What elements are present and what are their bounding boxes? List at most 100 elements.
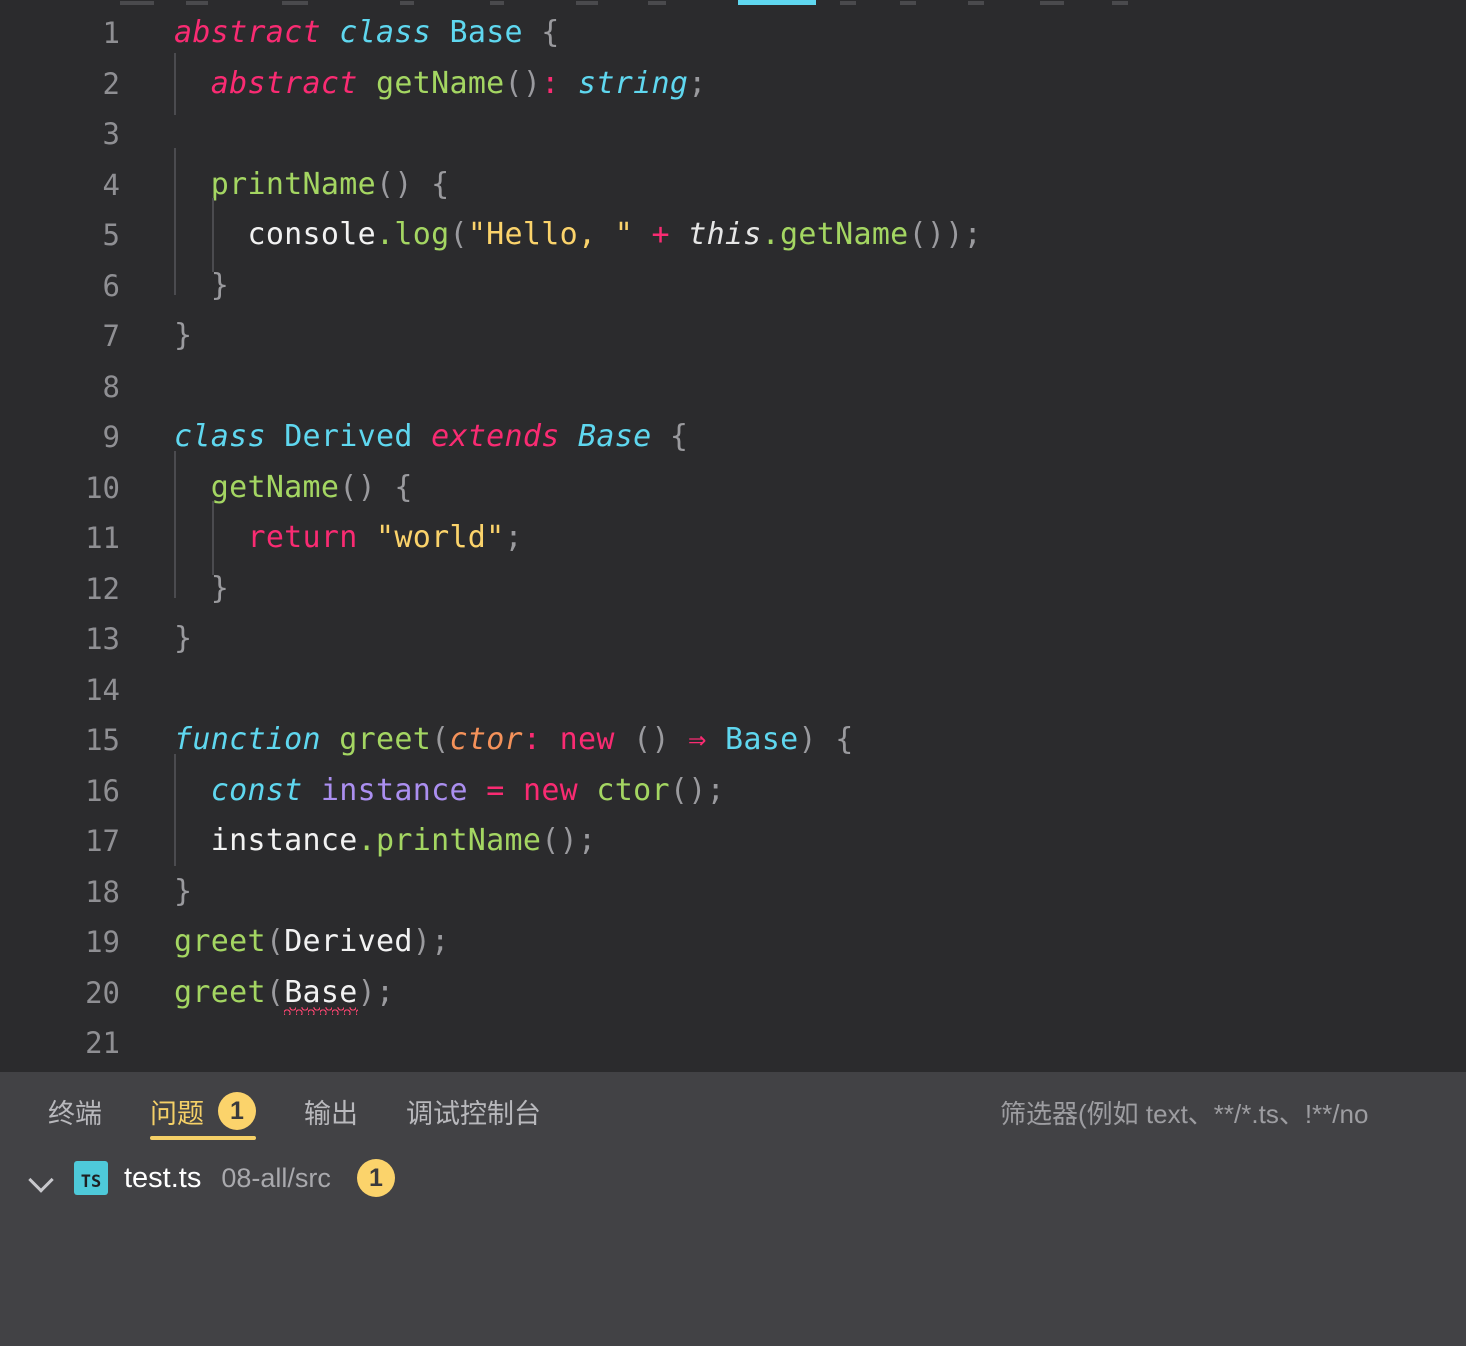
token-operator: + [651, 217, 670, 252]
tab-output[interactable]: 输出 [304, 1072, 358, 1150]
clipped-token [840, 1, 856, 5]
line-number: 2 [102, 66, 120, 101]
token-paren: ( [431, 722, 450, 757]
code-line[interactable]: 18 } [0, 867, 1466, 918]
token-method: getName [210, 469, 340, 505]
code-line[interactable]: 9 class Derived extends Base { [0, 412, 1466, 463]
token-identifier-error[interactable]: Base [284, 975, 357, 1010]
code-lines[interactable]: 1 abstract class Base { 2 abstract getNa… [0, 8, 1466, 1069]
line-number: 15 [85, 723, 120, 757]
token-parens: () [633, 722, 670, 757]
code-editor[interactable]: 1 abstract class Base { 2 abstract getNa… [0, 0, 1466, 1072]
line-content[interactable]: function greet(ctor: new () ⇒ Base) { [120, 715, 1466, 766]
code-line[interactable]: 16 const instance = new ctor(); [0, 753, 1466, 828]
line-number: 13 [85, 622, 120, 656]
code-line[interactable]: 4 printName() { [0, 147, 1466, 222]
token-semicolon: ; [688, 65, 707, 101]
filter-placeholder: 筛选器(例如 text、**/*.ts、!**/no [1000, 1098, 1369, 1129]
line-number: 17 [85, 824, 120, 858]
panel-tab-bar: 终端 问题 1 输出 调试控制台 筛选器(例如 text、**/*.ts、!**… [0, 1072, 1466, 1150]
line-content[interactable]: getName() { [120, 450, 1466, 525]
token-keyword-extends: extends [431, 419, 560, 454]
code-line[interactable]: 5 console.log("Hello, " + this.getName()… [0, 198, 1466, 272]
code-line[interactable]: 21 [0, 1018, 1466, 1069]
tab-problems[interactable]: 问题 1 [150, 1072, 256, 1150]
problem-file-row[interactable]: TS test.ts 08-all/src 1 [0, 1150, 1466, 1206]
code-line[interactable]: 7 } [0, 311, 1466, 362]
line-content[interactable]: abstract getName(): string; [120, 52, 1466, 115]
token-colon: : [541, 65, 560, 101]
token-keyword-return: return [247, 520, 358, 555]
line-number: 16 [85, 773, 120, 808]
line-number: 14 [85, 672, 120, 707]
token-tail: ); [412, 924, 450, 959]
line-content[interactable]: } [120, 614, 1466, 665]
code-line[interactable]: 11 return "world"; [0, 501, 1466, 575]
token-type-name: Derived [284, 419, 413, 454]
token-method: .log [375, 217, 450, 252]
code-line[interactable]: 8 [0, 362, 1466, 413]
token-brace: { [394, 469, 413, 505]
token-object: console [247, 217, 376, 252]
token-operator: = [486, 772, 505, 808]
code-line[interactable]: 19 greet(Derived); [0, 917, 1466, 968]
line-content[interactable]: greet(Derived); [120, 917, 1466, 968]
token-ctor: ctor [596, 772, 670, 808]
line-number: 8 [102, 369, 120, 404]
clipped-token [120, 1, 154, 5]
line-content[interactable]: greet(Base); [120, 968, 1466, 1019]
token-keyword-class: class [339, 15, 432, 50]
line-content[interactable]: abstract class Base { [120, 8, 1466, 59]
token-brace: { [835, 722, 854, 757]
line-content[interactable]: } [120, 867, 1466, 918]
code-line[interactable]: 10 getName() { [0, 450, 1466, 525]
token-method: getName [376, 65, 505, 101]
line-content[interactable]: } [120, 311, 1466, 362]
token-brace: } [174, 621, 193, 656]
line-content[interactable]: printName() { [120, 147, 1466, 222]
code-line[interactable]: 13 } [0, 614, 1466, 665]
filter-input[interactable]: 筛选器(例如 text、**/*.ts、!**/no [986, 1088, 1466, 1136]
code-line[interactable]: 1 abstract class Base { [0, 8, 1466, 59]
token-method: printName [210, 166, 376, 202]
chevron-down-icon[interactable] [28, 1163, 58, 1193]
line-number: 20 [85, 975, 120, 1010]
token-brace: { [541, 15, 560, 50]
line-number: 3 [102, 117, 120, 151]
file-path: 08-all/src [221, 1162, 331, 1193]
code-line[interactable]: 6 } [0, 248, 1466, 312]
problems-count-badge: 1 [218, 1092, 256, 1130]
code-line[interactable]: 15 function greet(ctor: new () ⇒ Base) { [0, 715, 1466, 766]
clipped-token [738, 0, 816, 5]
tab-debug-console[interactable]: 调试控制台 [406, 1072, 541, 1150]
token-keyword-new: new [522, 772, 579, 808]
code-line[interactable]: 3 [0, 109, 1466, 160]
line-number: 7 [102, 319, 120, 353]
line-content[interactable]: } [120, 551, 1466, 615]
line-content[interactable]: class Derived extends Base { [120, 412, 1466, 463]
line-content[interactable]: console.log("Hello, " + this.getName()); [120, 198, 1466, 272]
code-line-with-error[interactable]: 20 greet(Base); [0, 968, 1466, 1019]
tab-terminal[interactable]: 终端 [48, 1072, 102, 1150]
token-type-name: Base [449, 15, 523, 50]
line-content[interactable]: } [120, 248, 1466, 312]
editor-top-clipped-row [0, 0, 1466, 8]
code-line[interactable]: 12 } [0, 551, 1466, 615]
clipped-token [186, 1, 208, 5]
line-number: 18 [85, 874, 120, 909]
line-content[interactable]: return "world"; [120, 501, 1466, 575]
code-line[interactable]: 17 instance.printName(); [0, 804, 1466, 867]
indent-guide [174, 551, 176, 598]
token-parens: () [504, 65, 542, 101]
line-content[interactable]: const instance = new ctor(); [120, 753, 1466, 828]
clipped-token [282, 1, 308, 5]
token-keyword-new: new [559, 722, 615, 757]
tab-label: 终端 [48, 1098, 102, 1129]
clipped-token [400, 1, 414, 5]
clipped-token [490, 1, 504, 5]
line-content[interactable]: instance.printName(); [120, 804, 1466, 867]
token-variable: instance [320, 772, 468, 808]
token-keyword-const: const [210, 772, 303, 808]
code-line[interactable]: 14 [0, 665, 1466, 716]
code-line[interactable]: 2 abstract getName(): string; [0, 52, 1466, 115]
